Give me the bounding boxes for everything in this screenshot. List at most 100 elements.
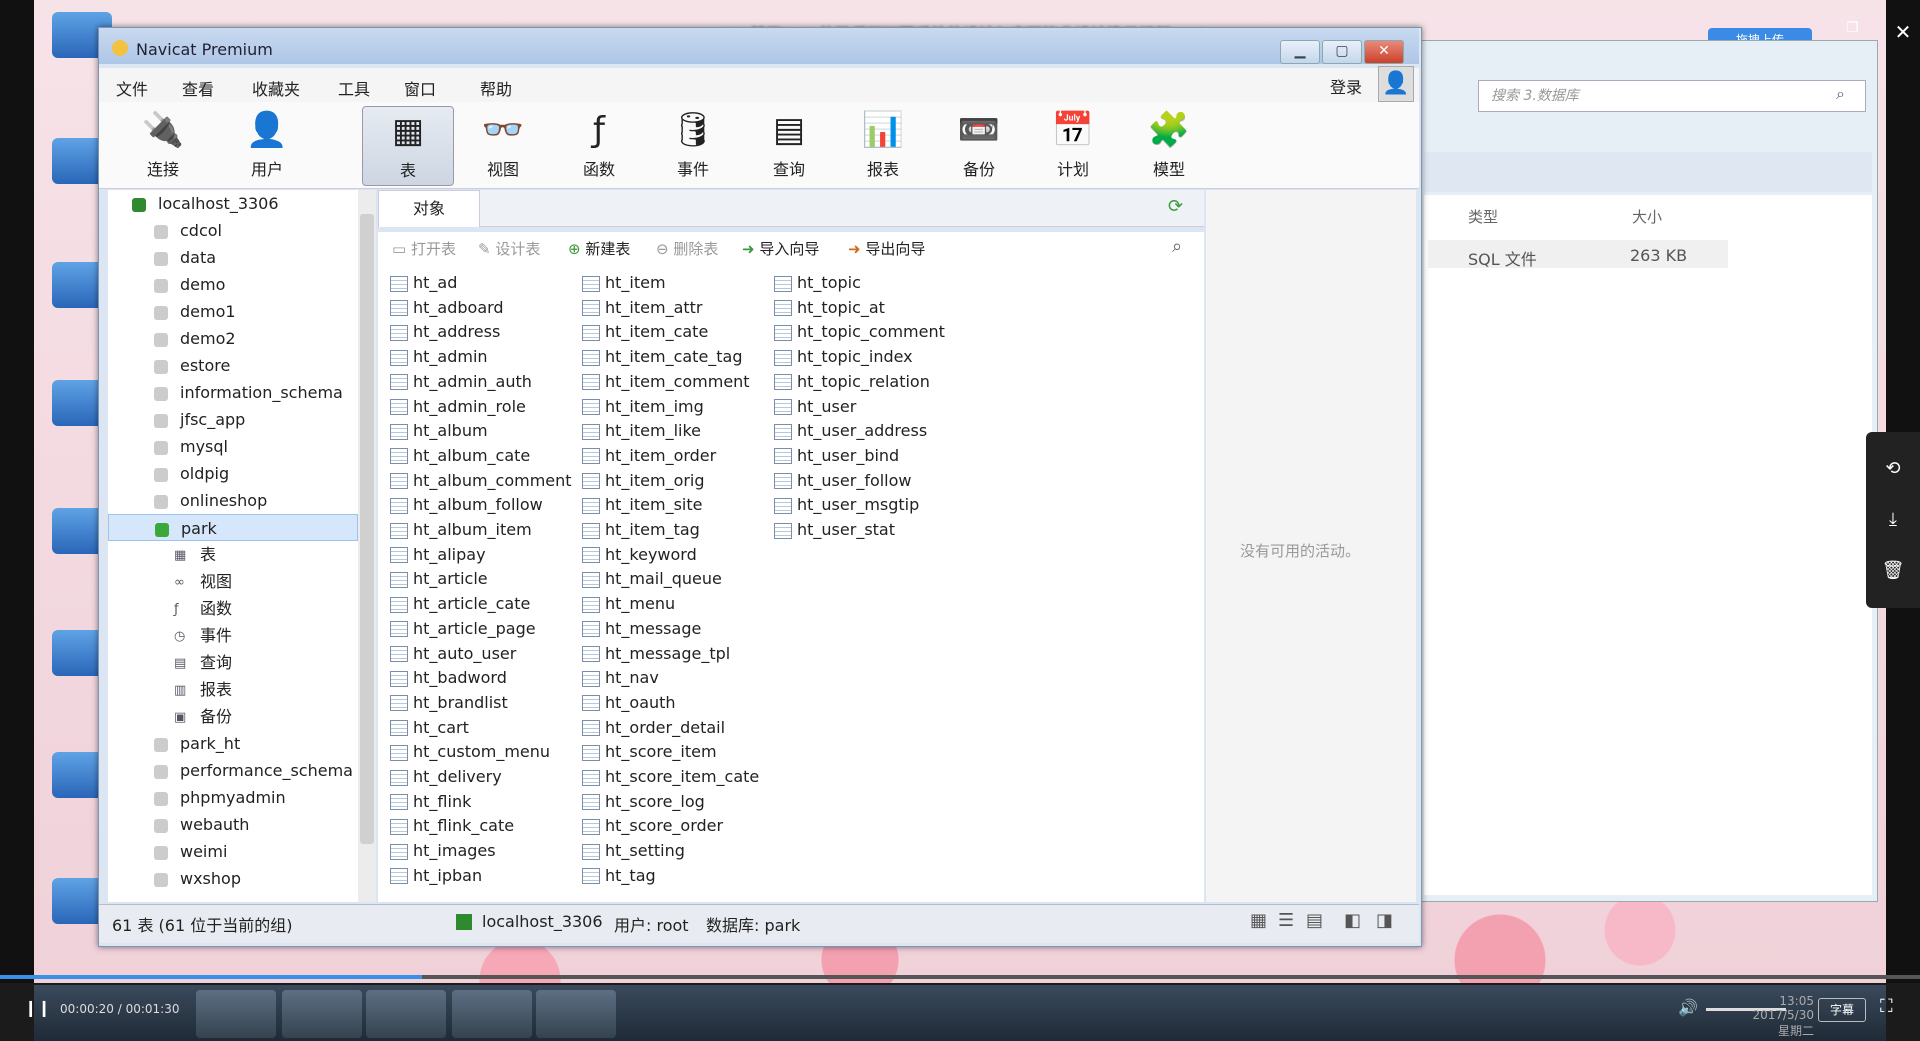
table-item[interactable]: ht_album_follow (390, 493, 543, 517)
table-item[interactable]: ht_score_order (582, 814, 723, 838)
menu-tools[interactable]: 工具 (338, 76, 370, 100)
design-table-button[interactable]: ✎ 设计表 (478, 238, 540, 259)
play-pause-icon[interactable]: ❙❙ (24, 998, 51, 1018)
table-item[interactable]: ht_item_tag (582, 518, 700, 542)
table-item[interactable]: ht_user_bind (774, 444, 899, 468)
table-item[interactable]: ht_adboard (390, 296, 504, 320)
table-item[interactable]: ht_ad (390, 271, 457, 295)
taskbar-firefox[interactable] (196, 990, 276, 1038)
table-item[interactable]: ht_tag (582, 864, 656, 888)
table-item[interactable]: ht_admin (390, 345, 488, 369)
import-wizard-button[interactable]: ➜ 导入向导 (742, 238, 819, 259)
toolbar-report-button[interactable]: 📊 报表 (838, 106, 928, 184)
taskbar-explorer[interactable] (282, 990, 362, 1038)
tree-object-group[interactable]: ▣ 备份 (108, 703, 358, 730)
maximize-button[interactable]: ▢ (1322, 40, 1362, 64)
fullscreen-icon[interactable]: ⛶ (1880, 996, 1893, 1017)
table-item[interactable]: ht_item_site (582, 493, 702, 517)
table-item[interactable]: ht_topic_index (774, 345, 913, 369)
table-item[interactable]: ht_message (582, 617, 701, 641)
subtitle-button[interactable]: 字幕 (1818, 998, 1866, 1022)
menu-favorites[interactable]: 收藏夹 (252, 76, 300, 100)
delete-icon[interactable]: 🗑 (1878, 556, 1908, 586)
table-item[interactable]: ht_user (774, 395, 856, 419)
volume-icon[interactable]: 🔊 (1678, 998, 1698, 1017)
avatar[interactable]: 👤 (1378, 66, 1414, 102)
taskbar-navicat[interactable] (452, 990, 532, 1038)
table-item[interactable]: ht_article_page (390, 617, 536, 641)
detail-view-icon[interactable]: ▤ (1306, 910, 1323, 931)
export-wizard-button[interactable]: ➜ 导出向导 (848, 238, 925, 259)
menu-file[interactable]: 文件 (116, 76, 148, 100)
table-item[interactable]: ht_user_msgtip (774, 493, 919, 517)
toolbar-backup-button[interactable]: 📼 备份 (934, 106, 1024, 184)
table-item[interactable]: ht_score_item (582, 740, 717, 764)
table-item[interactable]: ht_alipay (390, 543, 486, 567)
table-item[interactable]: ht_item_attr (582, 296, 703, 320)
tree-database[interactable]: demo (108, 271, 358, 298)
table-item[interactable]: ht_message_tpl (582, 642, 730, 666)
tree-database[interactable]: demo1 (108, 298, 358, 325)
tree-database-selected[interactable]: park (108, 514, 358, 541)
table-item[interactable]: ht_user_follow (774, 469, 912, 493)
taskbar-app[interactable] (366, 990, 446, 1038)
tree-object-group[interactable]: ▥ 报表 (108, 676, 358, 703)
table-item[interactable]: ht_keyword (582, 543, 697, 567)
tree-object-group[interactable]: ƒ 函数 (108, 595, 358, 622)
toolbar-schedule-button[interactable]: 📅 计划 (1028, 106, 1118, 184)
toggle-left-pane-icon[interactable]: ◧ (1344, 910, 1361, 931)
delete-table-button[interactable]: ⊖ 删除表 (656, 238, 718, 259)
column-header-size[interactable]: 大小 (1632, 206, 1662, 227)
tree-database[interactable]: mysql (108, 433, 358, 460)
table-item[interactable]: ht_images (390, 839, 496, 863)
share-icon[interactable]: ⟲ (1878, 454, 1908, 484)
tree-database[interactable]: estore (108, 352, 358, 379)
window-titlebar[interactable] (99, 28, 1419, 64)
table-item[interactable]: ht_item_img (582, 395, 704, 419)
table-item[interactable]: ht_flink_cate (390, 814, 514, 838)
menu-window[interactable]: 窗口 (404, 76, 436, 100)
table-item[interactable]: ht_score_log (582, 790, 705, 814)
table-item[interactable]: ht_album_item (390, 518, 532, 542)
table-item[interactable]: ht_album (390, 419, 488, 443)
tree-database[interactable]: oldpig (108, 460, 358, 487)
tree-scrollbar-thumb[interactable] (360, 214, 374, 844)
table-item[interactable]: ht_menu (582, 592, 675, 616)
download-icon[interactable]: ⤓ (1878, 505, 1908, 535)
tree-database[interactable]: phpmyadmin (108, 784, 358, 811)
open-table-button[interactable]: ▭ 打开表 (392, 238, 456, 259)
toolbar-event-button[interactable]: 🛢 事件 (648, 106, 738, 184)
table-item[interactable]: ht_article_cate (390, 592, 530, 616)
table-item[interactable]: ht_album_comment (390, 469, 572, 493)
tree-object-group[interactable]: ▤ 查询 (108, 649, 358, 676)
tree-object-group[interactable]: ▦ 表 (108, 541, 358, 568)
table-item[interactable]: ht_item_comment (582, 370, 750, 394)
toolbar-function-button[interactable]: ƒ 函数 (554, 106, 644, 184)
tree-database[interactable]: jfsc_app (108, 406, 358, 433)
toolbar-user-button[interactable]: 👤 用户 (222, 106, 312, 184)
table-item[interactable]: ht_item_like (582, 419, 701, 443)
tree-database[interactable]: information_schema (108, 379, 358, 406)
table-item[interactable]: ht_ipban (390, 864, 482, 888)
menu-help[interactable]: 帮助 (480, 76, 512, 100)
restore-icon[interactable]: ❐ (1846, 20, 1859, 36)
table-item[interactable]: ht_album_cate (390, 444, 530, 468)
table-item[interactable]: ht_cart (390, 716, 469, 740)
tree-database[interactable]: weimi (108, 838, 358, 865)
refresh-icon[interactable]: ⟳ (1168, 196, 1183, 217)
table-item[interactable]: ht_item_cate_tag (582, 345, 743, 369)
table-item[interactable]: ht_custom_menu (390, 740, 550, 764)
tree-database[interactable]: webauth (108, 811, 358, 838)
tree-database[interactable]: data (108, 244, 358, 271)
table-item[interactable]: ht_admin_role (390, 395, 526, 419)
tree-database[interactable]: demo2 (108, 325, 358, 352)
table-item[interactable]: ht_oauth (582, 691, 676, 715)
table-item[interactable]: ht_address (390, 320, 500, 344)
menu-view[interactable]: 查看 (182, 76, 214, 100)
table-item[interactable]: ht_badword (390, 666, 507, 690)
table-item[interactable]: ht_score_item_cate (582, 765, 759, 789)
toolbar-query-button[interactable]: ▤ 查询 (744, 106, 834, 184)
toggle-right-pane-icon[interactable]: ◨ (1376, 910, 1393, 931)
table-item[interactable]: ht_flink (390, 790, 471, 814)
close-icon[interactable]: ✕ (1886, 20, 1920, 44)
